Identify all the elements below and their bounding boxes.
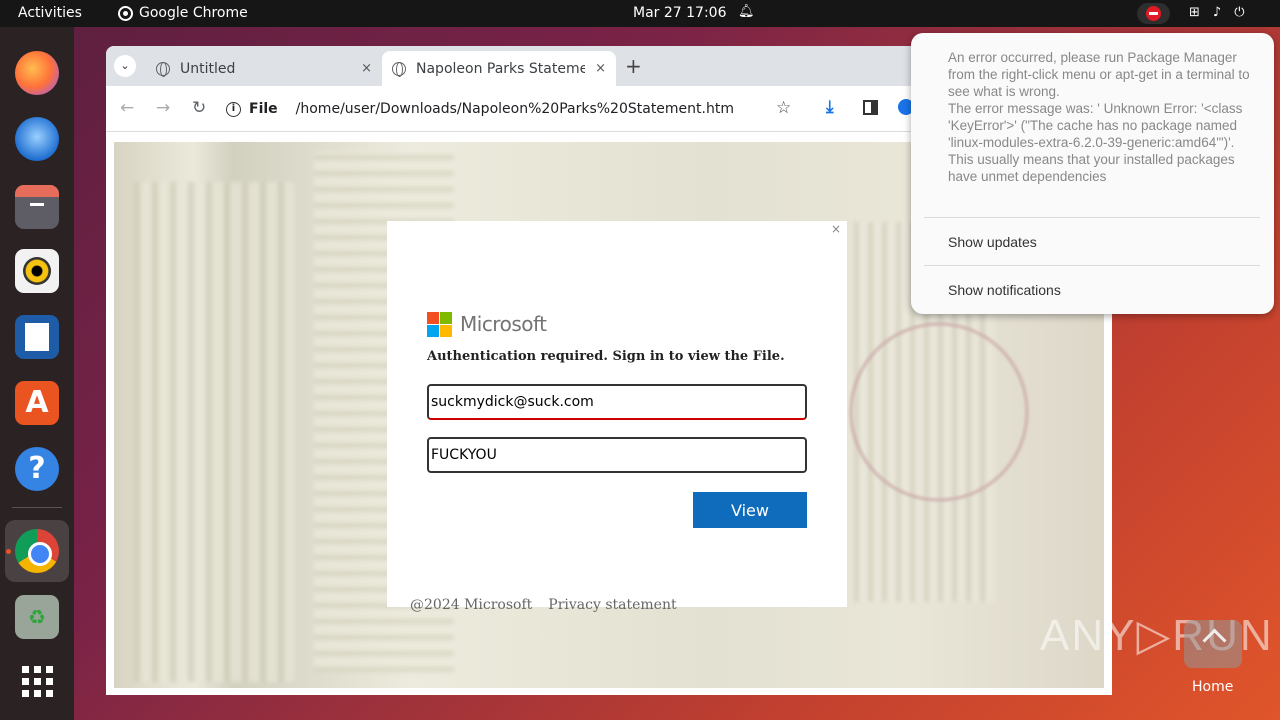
brand-name: Microsoft [460,312,547,336]
chrome-small-icon [118,5,133,21]
error-message: An error occurred, please run Package Ma… [948,50,1250,184]
tab-untitled[interactable]: Untitled × [146,51,382,86]
copyright-text: @2024 Microsoft [410,597,533,613]
auth-message: Authentication required. Sign in to view… [427,349,785,364]
bookmark-star-icon[interactable]: ☆ [776,98,791,118]
top-bar: Activities Google Chrome Mar 27 17:06 🔔︎… [0,0,1280,27]
download-icon[interactable]: ⤓ [826,97,834,117]
blurred-document [134,182,294,682]
activities-button[interactable]: Activities [18,5,82,21]
tab-napoleon[interactable]: Napoleon Parks Stateme × [382,51,616,86]
info-icon[interactable]: i [226,101,241,117]
clock[interactable]: Mar 27 17:06 [633,5,726,21]
email-field[interactable]: suckmydick@suck.com [427,384,807,420]
blurred-seal [849,322,1029,502]
tab-title: Untitled [180,60,236,77]
view-button[interactable]: View [693,492,807,528]
globe-icon [156,61,170,77]
password-field[interactable]: FUCKYOU [427,437,807,473]
app-menu[interactable]: Google Chrome [118,5,248,21]
help-icon[interactable]: ? [15,447,59,491]
forward-icon[interactable]: → [156,98,170,118]
modal-footer: @2024 Microsoft Privacy statement [410,597,677,613]
home-folder-icon[interactable] [1184,620,1242,668]
firefox-icon[interactable] [15,51,59,95]
rhythmbox-icon[interactable] [15,249,59,293]
privacy-link[interactable]: Privacy statement [548,597,676,613]
tab-search-button[interactable]: ⌄ [114,55,136,77]
show-notifications-item[interactable]: Show notifications [948,282,1061,298]
show-updates-item[interactable]: Show updates [948,234,1037,250]
new-tab-button[interactable]: + [625,54,642,78]
thunderbird-icon[interactable] [15,117,59,161]
home-label: Home [1192,679,1234,695]
dock: A ? [0,27,74,720]
tab-close-button[interactable]: × [361,61,372,76]
app-name: Google Chrome [139,5,248,21]
app-grid-icon[interactable] [15,659,59,703]
error-icon [1146,6,1161,21]
address-text: /home/user/Downloads/Napoleon%20Parks%20… [295,101,734,117]
tab-close-button[interactable]: × [595,61,606,76]
system-tray[interactable]: ⊞ ♪ ⏻ [1189,5,1245,20]
globe-icon [392,61,406,77]
app-center-icon[interactable]: A [15,381,59,425]
running-indicator [6,549,11,554]
back-icon[interactable]: ← [120,98,134,118]
reload-icon[interactable]: ↻ [192,98,206,118]
address-bar[interactable]: i File /home/user/Downloads/Napoleon%20P… [226,93,806,125]
volume-icon: ♪ [1212,5,1222,20]
divider [924,265,1260,266]
microsoft-logo-icon [427,312,452,337]
trash-icon[interactable] [15,595,59,639]
files-icon[interactable] [15,185,59,229]
side-panel-icon[interactable] [863,100,878,115]
chrome-icon[interactable] [15,529,59,573]
notification-popup: An error occurred, please run Package Ma… [911,33,1274,314]
login-modal: × Microsoft Authentication required. Sig… [387,221,847,607]
writer-icon[interactable] [15,315,59,359]
network-icon: ⊞ [1189,5,1200,20]
dock-separator [12,507,62,508]
power-icon: ⏻ [1234,5,1245,20]
modal-close-icon[interactable]: × [831,222,841,236]
scheme-label: File [249,101,278,117]
bell-icon[interactable]: 🔔︎ [738,4,755,19]
error-indicator[interactable] [1137,3,1170,24]
tab-title: Napoleon Parks Stateme [416,60,586,77]
divider [924,217,1260,218]
